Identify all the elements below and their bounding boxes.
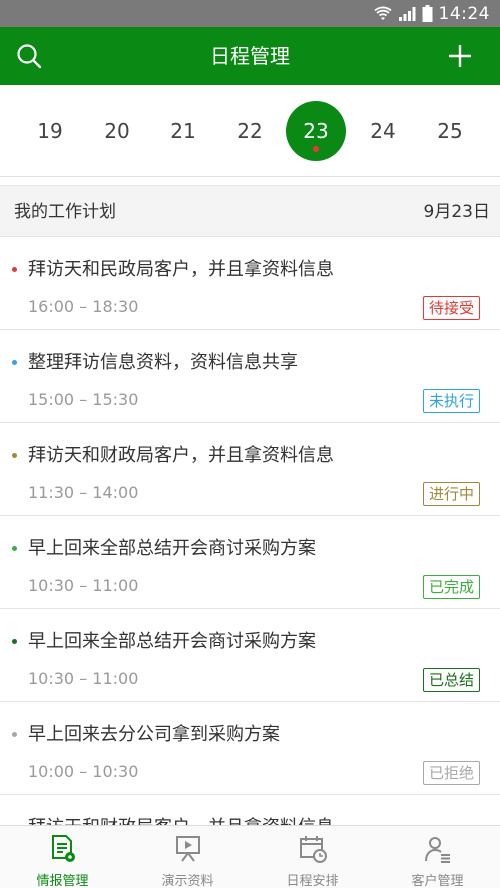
date-label: 25 xyxy=(437,119,463,143)
date-label: 23 xyxy=(303,119,329,143)
status-badge: 待接受 xyxy=(422,296,480,320)
task-title: 早上回来全部总结开会商讨采购方案 xyxy=(28,538,316,559)
calendar-clock-icon xyxy=(299,836,327,863)
status-bar: 14:24 xyxy=(0,0,500,27)
status-badge: 进行中 xyxy=(422,482,480,506)
section-date: 9月23日 xyxy=(423,202,490,222)
task-time: 10:30 – 11:00 xyxy=(28,576,139,595)
event-dot xyxy=(313,146,319,152)
nav-label: 日程安排 xyxy=(286,874,339,888)
bottom-nav: 情报管理 演示资料 日程安排 客户管理 xyxy=(0,825,500,888)
task-title: 拜访天和民政局客户，并且拿资料信息 xyxy=(28,259,334,280)
date-item[interactable]: 20 xyxy=(87,101,147,161)
person-list-icon xyxy=(424,837,450,863)
task-title: 整理拜访信息资料，资料信息共享 xyxy=(28,352,298,373)
signal-icon xyxy=(398,6,415,21)
task-item[interactable]: 拜访天和民政局客户，并且拿资料信息 16:00 – 18:30 待接受 xyxy=(0,237,500,330)
nav-item-customers[interactable]: 客户管理 xyxy=(375,826,500,888)
nav-label: 情报管理 xyxy=(36,874,89,888)
status-icons: 14:24 xyxy=(373,3,491,24)
task-status-dot xyxy=(12,453,17,458)
task-time: 11:30 – 14:00 xyxy=(28,483,139,502)
battery-icon xyxy=(422,5,432,22)
task-item[interactable]: 早上回来全部总结开会商讨采购方案 10:30 – 11:00 已完成 xyxy=(0,516,500,609)
date-label: 24 xyxy=(370,119,396,143)
status-badge: 已完成 xyxy=(422,575,480,599)
section-header: 我的工作计划 9月23日 xyxy=(0,185,500,237)
date-label: 22 xyxy=(237,119,263,143)
task-item[interactable]: 拜访天和财政局客户，并且拿资料信息 11:30 – 14:00 进行中 xyxy=(0,423,500,516)
document-gear-icon xyxy=(51,835,75,862)
task-status-dot xyxy=(12,732,17,737)
status-time: 14:24 xyxy=(438,3,490,24)
date-label: 21 xyxy=(170,119,196,143)
task-item[interactable]: 拜访天和财政局客户，并且拿资料信息 xyxy=(0,795,500,825)
date-item[interactable]: 19 xyxy=(20,101,80,161)
presentation-icon xyxy=(175,836,200,862)
status-badge: 已拒绝 xyxy=(422,761,480,785)
wifi-icon xyxy=(373,6,392,20)
status-badge: 未执行 xyxy=(422,389,480,413)
plus-icon xyxy=(449,45,471,67)
task-status-dot xyxy=(12,360,17,365)
app-header: 日程管理 xyxy=(0,27,500,85)
date-item[interactable]: 21 xyxy=(153,101,213,161)
page-title: 日程管理 xyxy=(210,44,290,68)
task-title: 早上回来去分公司拿到采购方案 xyxy=(28,724,280,745)
nav-label: 客户管理 xyxy=(411,874,464,888)
task-list[interactable]: 拜访天和民政局客户，并且拿资料信息 16:00 – 18:30 待接受 整理拜访… xyxy=(0,237,500,825)
date-label: 20 xyxy=(104,119,130,143)
date-item[interactable]: 25 xyxy=(420,101,480,161)
date-item[interactable]: 22 xyxy=(220,101,280,161)
task-status-dot xyxy=(12,267,17,272)
task-title: 拜访天和财政局客户，并且拿资料信息 xyxy=(28,813,334,825)
date-item[interactable]: 24 xyxy=(353,101,413,161)
task-status-dot xyxy=(12,639,17,644)
task-item[interactable]: 整理拜访信息资料，资料信息共享 15:00 – 15:30 未执行 xyxy=(0,330,500,423)
nav-item-intelligence[interactable]: 情报管理 xyxy=(0,826,125,888)
task-time: 10:30 – 11:00 xyxy=(28,669,139,688)
task-time: 15:00 – 15:30 xyxy=(28,390,139,409)
nav-item-presentation[interactable]: 演示资料 xyxy=(125,826,250,888)
status-badge: 已总结 xyxy=(422,668,480,692)
task-time: 16:00 – 18:30 xyxy=(28,297,139,316)
nav-item-schedule[interactable]: 日程安排 xyxy=(250,826,375,888)
task-item[interactable]: 早上回来全部总结开会商讨采购方案 10:30 – 11:00 已总结 xyxy=(0,609,500,702)
task-title: 拜访天和财政局客户，并且拿资料信息 xyxy=(28,445,334,466)
section-title: 我的工作计划 xyxy=(14,202,116,222)
task-title: 早上回来全部总结开会商讨采购方案 xyxy=(28,631,316,652)
task-item[interactable]: 早上回来去分公司拿到采购方案 10:00 – 10:30 已拒绝 xyxy=(0,702,500,795)
nav-label: 演示资料 xyxy=(161,874,214,888)
date-label: 19 xyxy=(37,119,63,143)
task-time: 10:00 – 10:30 xyxy=(28,762,139,781)
date-strip: 19 20 21 22 23 24 25 xyxy=(0,85,500,177)
date-item-selected[interactable]: 23 xyxy=(286,101,346,161)
add-schedule-button[interactable] xyxy=(442,38,478,74)
task-status-dot xyxy=(12,546,17,551)
